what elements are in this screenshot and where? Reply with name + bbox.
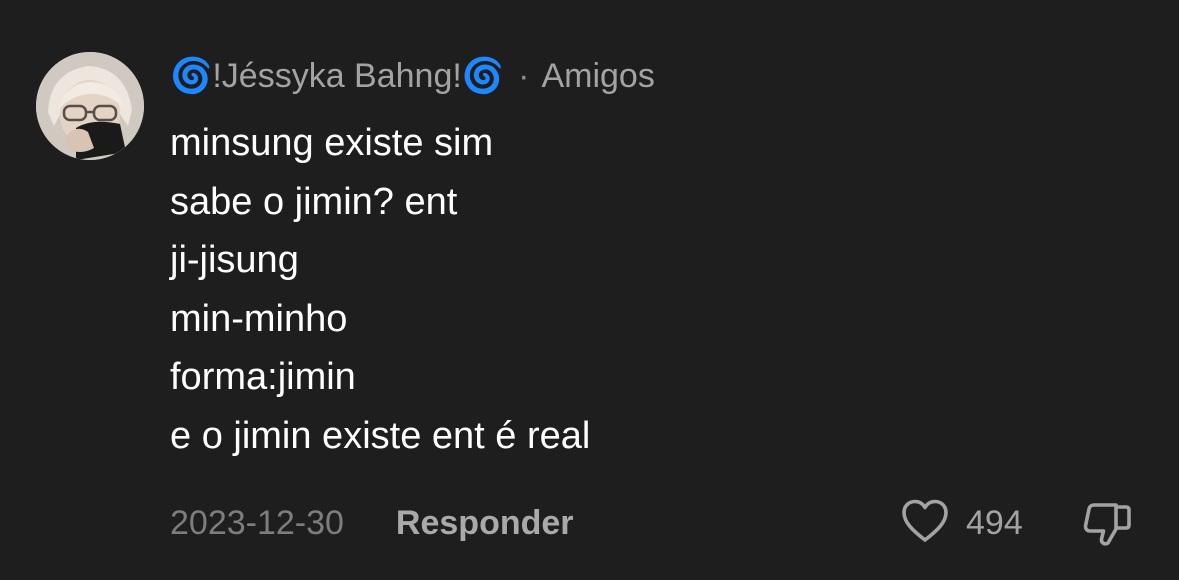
comment-date: 2023-12-30 — [170, 503, 344, 542]
comment-header: 🌀!Jéssyka Bahng!🌀 · Amigos — [170, 54, 655, 98]
comment-line: e o jimin existe ent é real — [170, 414, 591, 457]
like-button[interactable]: 494 — [900, 498, 1023, 548]
heart-outline-icon[interactable] — [900, 498, 950, 549]
comment-line: min-minho — [170, 297, 348, 340]
comment-item: 🌀!Jéssyka Bahng!🌀 · Amigos minsung exist… — [0, 0, 1179, 580]
dislike-button[interactable] — [1080, 499, 1134, 549]
avatar[interactable] — [36, 52, 144, 160]
comment-footer: 2023-12-30 Responder — [170, 500, 574, 546]
comment-line: minsung existe sim — [170, 122, 494, 164]
comment-line: ji-jisung — [170, 239, 299, 281]
relation-label: Amigos — [541, 56, 655, 95]
separator-dot: · — [518, 56, 530, 95]
like-count: 494 — [966, 503, 1023, 542]
comment-text: minsung existe sim sabe o jimin? ent ji-… — [170, 114, 1130, 465]
author-name[interactable]: 🌀!Jéssyka Bahng!🌀 — [170, 56, 504, 96]
reply-button[interactable]: Responder — [396, 504, 574, 543]
thumbs-down-icon[interactable] — [1080, 503, 1134, 553]
comment-line: forma:jimin — [170, 356, 356, 398]
comment-line: sabe o jimin? ent — [170, 180, 458, 223]
